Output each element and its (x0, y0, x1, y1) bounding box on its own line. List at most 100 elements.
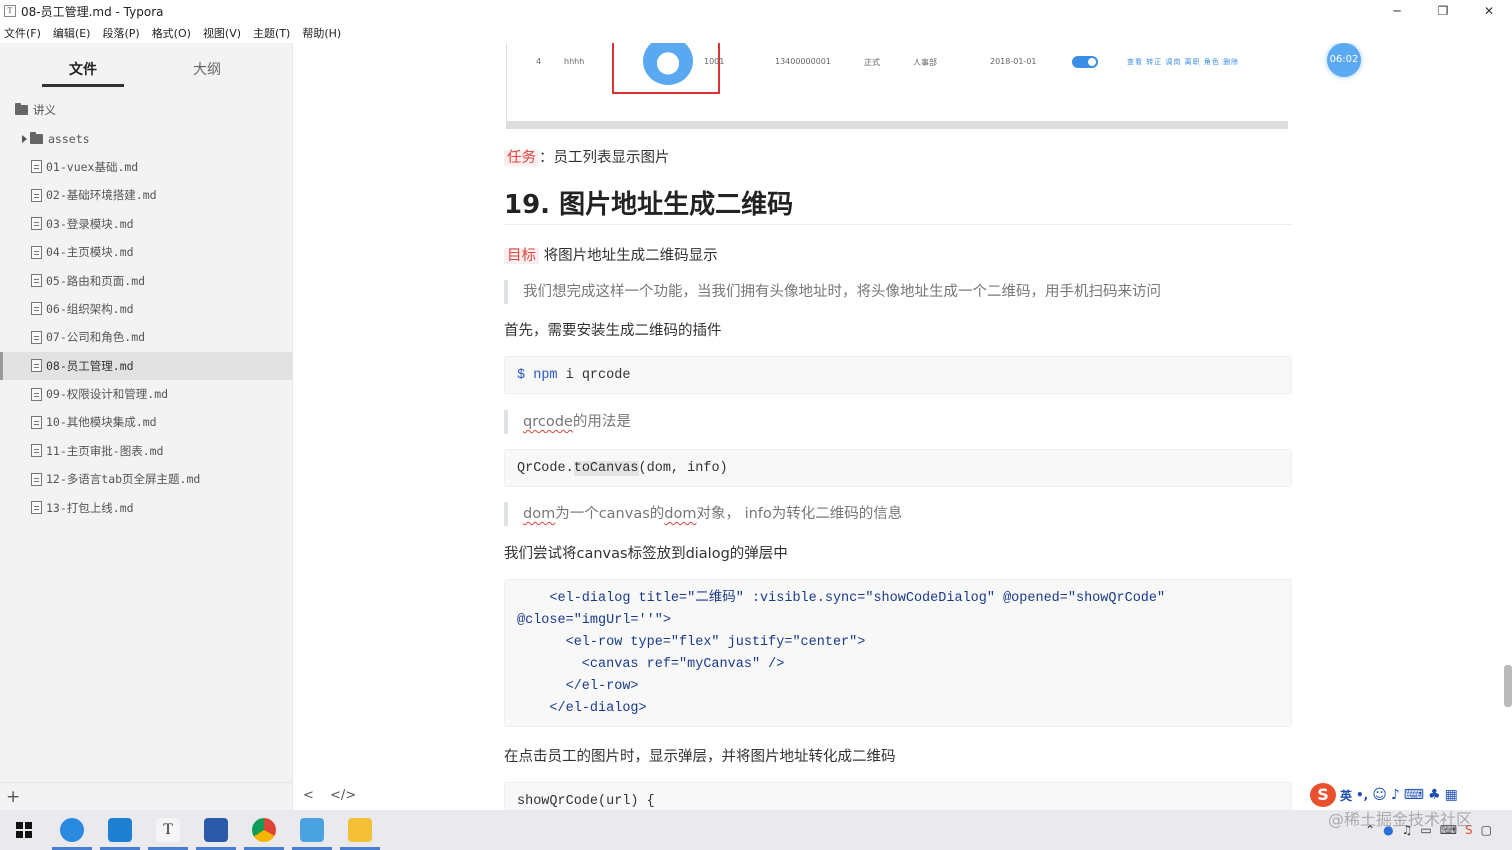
active-tab-indicator (42, 84, 124, 87)
minimize-button[interactable]: ─ (1374, 0, 1420, 22)
emoji-icon[interactable]: ☺ (1372, 787, 1387, 803)
restore-button[interactable]: ❐ (1420, 0, 1466, 22)
start-button[interactable] (0, 810, 48, 850)
code-line: <canvas ref="myCanvas" /> (517, 657, 785, 672)
menu-grid-icon[interactable]: ▦ (1445, 787, 1458, 803)
menu-view[interactable]: 视图(V) (203, 25, 241, 41)
cell-type: 正式 (864, 58, 880, 67)
tree-file-active[interactable]: 08-员工管理.md (0, 351, 292, 380)
tree-item-label: 03-登录模块.md (46, 216, 134, 231)
code-block-npm[interactable]: $ npm i qrcode (504, 356, 1292, 394)
source-code-mode-icon[interactable]: </> (330, 788, 356, 803)
code-line: @close="imgUrl=''"> (517, 613, 671, 628)
cell-phone: 13400000001 (775, 57, 831, 66)
chrome-icon (252, 818, 276, 842)
tree-file[interactable]: 03-登录模块.md (0, 210, 292, 238)
tree-file[interactable]: 12-多语言tab页全屏主题.md (0, 465, 292, 493)
chevron-left-icon[interactable]: < (303, 788, 314, 803)
tree-file[interactable]: 11-主页审批-图表.md (0, 437, 292, 465)
notification-icon[interactable]: ▢ (1481, 823, 1492, 837)
tree-file[interactable]: 05-路由和页面.md (0, 266, 292, 294)
task-tag: 任务 (504, 150, 539, 166)
code-line: </el-dialog> (517, 701, 647, 716)
sogou-ime-icon[interactable]: S (1310, 783, 1336, 807)
taskbar-app-typora[interactable]: T (144, 810, 192, 850)
blockquote: qrcode的用法是 (504, 410, 1292, 434)
sidebar-tabs: 文件 大纲 (0, 43, 292, 89)
tree-file[interactable]: 02-基础环境搭建.md (0, 181, 292, 209)
tree-folder-root[interactable]: 讲义 (0, 96, 292, 124)
taskbar-app-powershell[interactable] (192, 810, 240, 850)
tree-item-label: 08-员工管理.md (46, 358, 134, 373)
keyboard-icon[interactable]: ⌨ (1404, 787, 1424, 803)
file-icon (31, 415, 42, 429)
menu-file[interactable]: 文件(F) (4, 25, 41, 41)
add-file-button[interactable]: + (6, 787, 20, 807)
tree-folder-assets[interactable]: assets (0, 124, 292, 152)
menu-paragraph[interactable]: 段落(P) (102, 25, 139, 41)
taskbar-app-chrome[interactable] (240, 810, 288, 850)
tree-file[interactable]: 04-主页模块.md (0, 238, 292, 266)
spell-error-word: dom (523, 506, 556, 522)
task-text: ：员工列表显示图片 (539, 150, 670, 166)
file-icon (31, 387, 42, 401)
goal-paragraph: 目标 将图片地址生成二维码显示 (504, 244, 1292, 265)
file-icon (31, 444, 42, 458)
editor-pane[interactable]: 4 hhhh 1001 13400000001 正式 人事部 2018-01-0… (294, 43, 1512, 810)
image-scrollbar (506, 121, 1288, 129)
paragraph: 在点击员工的图片时，显示弹层，并将图片地址转化成二维码 (504, 749, 896, 765)
taskbar-app-explorer[interactable] (336, 810, 384, 850)
code-block-dialog[interactable]: <el-dialog title="二维码" :visible.sync="sh… (504, 579, 1292, 727)
tree-item-label: 02-基础环境搭建.md (46, 188, 157, 203)
tree-file[interactable]: 13-打包上线.md (0, 493, 292, 521)
task-paragraph: 任务 ：员工列表显示图片 (504, 146, 1292, 167)
skin-icon[interactable]: ♣ (1428, 787, 1441, 803)
file-icon (31, 330, 42, 344)
file-icon (31, 359, 42, 373)
microphone-icon[interactable]: ♪ (1391, 787, 1400, 803)
file-icon (31, 302, 42, 316)
taskbar-app-browser[interactable] (48, 810, 96, 850)
caret-right-icon[interactable] (22, 134, 27, 143)
tree-file[interactable]: 10-其他模块集成.md (0, 408, 292, 436)
taskbar: T ⌃ ● ♫ ▭ ⌨ S ▢ (0, 810, 1512, 850)
powershell-icon (204, 818, 228, 842)
file-icon (31, 501, 42, 515)
file-icon (31, 245, 42, 259)
tab-outline[interactable]: 大纲 (193, 59, 221, 79)
tree-item-label: 07-公司和角色.md (46, 330, 146, 345)
ime-punctuation-toggle[interactable]: •, (1356, 788, 1368, 802)
spell-error-word: dom (664, 506, 697, 522)
tree-item-label: 10-其他模块集成.md (46, 415, 157, 430)
menu-theme[interactable]: 主题(T) (253, 25, 290, 41)
menu-edit[interactable]: 编辑(E) (53, 25, 91, 41)
tree-file[interactable]: 01-vuex基础.md (0, 153, 292, 181)
tree-item-label: 05-路由和页面.md (46, 273, 146, 288)
code-line: </el-row> (517, 679, 639, 694)
ime-toolbar: S 英 •, ☺ ♪ ⌨ ♣ ▦ (1310, 783, 1458, 807)
spell-error-word: qrcode (523, 414, 573, 430)
ime-language-toggle[interactable]: 英 (1340, 787, 1352, 804)
tree-item-label: 01-vuex基础.md (46, 159, 139, 174)
cell-index: 4 (536, 57, 542, 66)
code-block-usage[interactable]: QrCode.toCanvas(dom, info) (504, 449, 1292, 487)
tree-item-label: 11-主页审批-图表.md (46, 443, 164, 458)
typora-icon: T (156, 818, 180, 842)
tree-item-label: 09-权限设计和管理.md (46, 387, 169, 402)
tab-files[interactable]: 文件 (69, 59, 97, 79)
taskbar-app-cloud[interactable] (288, 810, 336, 850)
cell-dept: 人事部 (913, 58, 937, 67)
editor-scrollbar-thumb[interactable] (1504, 665, 1512, 707)
tree-file[interactable]: 06-组织架构.md (0, 295, 292, 323)
tree-file[interactable]: 07-公司和角色.md (0, 323, 292, 351)
tree-file[interactable]: 09-权限设计和管理.md (0, 380, 292, 408)
browser-icon (60, 818, 84, 842)
menu-help[interactable]: 帮助(H) (302, 25, 341, 41)
menu-format[interactable]: 格式(O) (152, 25, 191, 41)
file-icon (31, 160, 42, 174)
close-button[interactable]: ✕ (1466, 0, 1512, 22)
file-explorer-icon (348, 818, 372, 842)
title-bar: T 08-员工管理.md - Typora ─ ❐ ✕ (0, 0, 1512, 22)
tree-item-label: 06-组织架构.md (46, 301, 134, 316)
taskbar-app-vscode[interactable] (96, 810, 144, 850)
